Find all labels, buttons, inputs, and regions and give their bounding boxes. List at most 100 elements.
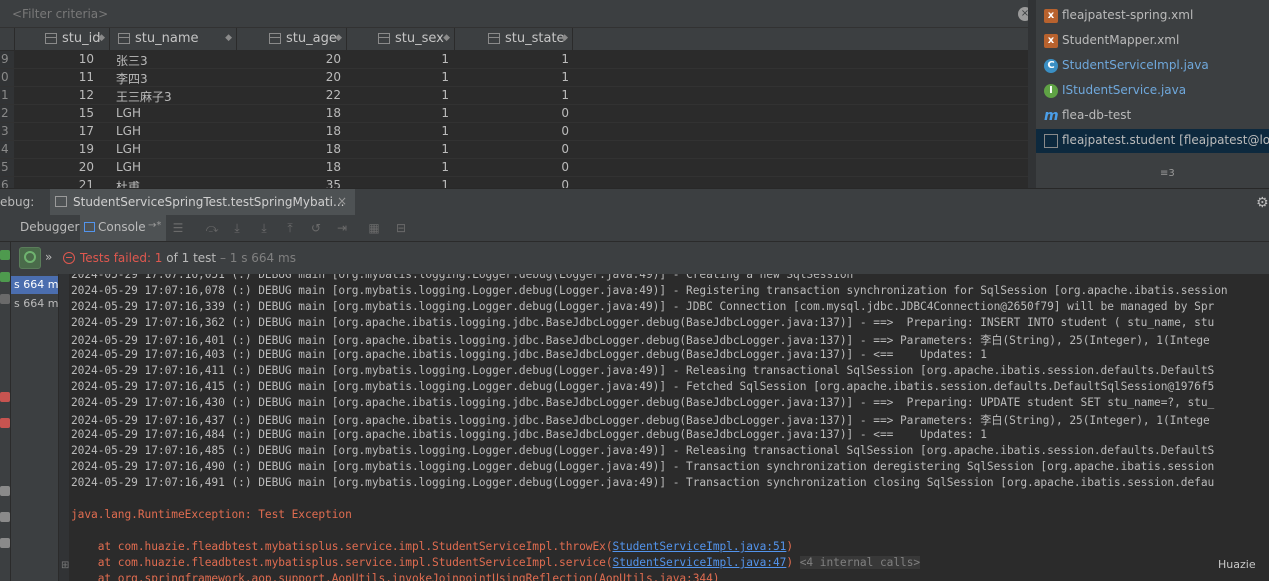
cell-stu-age[interactable]: 18 — [326, 106, 341, 120]
console-output[interactable]: 2024-05-29 17:07:16,051 (:) DEBUG main [… — [59, 274, 1269, 581]
row-gutter[interactable]: 1 — [0, 87, 14, 104]
cell-stu-age[interactable]: 35 — [326, 178, 341, 188]
cell-stu-sex[interactable]: 1 — [441, 160, 449, 174]
cell-stu-sex[interactable]: 1 — [441, 70, 449, 84]
column-header-stu-name[interactable]: stu_name ◆ — [110, 28, 237, 50]
sort-icon[interactable]: ◆ — [443, 33, 450, 43]
splitter[interactable] — [1028, 0, 1036, 188]
filter-bar[interactable]: <Filter criteria> × — [0, 0, 1032, 28]
table-row[interactable]: 3 17 LGH 18 1 0 — [0, 123, 1032, 141]
tab-console[interactable]: Console →* — [80, 215, 166, 241]
row-gutter[interactable]: 2 — [0, 105, 14, 122]
cell-stu-id[interactable]: 17 — [79, 124, 94, 138]
cell-stu-sex[interactable]: 1 — [441, 142, 449, 156]
sort-icon[interactable]: ◆ — [98, 33, 105, 43]
sort-icon[interactable]: ◆ — [225, 33, 232, 43]
expand-icon[interactable]: » — [45, 250, 52, 264]
column-header-stu-state[interactable]: stu_state ◆ — [455, 28, 573, 50]
cell-stu-id[interactable]: 12 — [79, 88, 94, 102]
cell-stu-sex[interactable]: 1 — [441, 106, 449, 120]
gear-icon[interactable]: ⚙ — [1256, 195, 1269, 211]
cell-stu-id[interactable]: 19 — [79, 142, 94, 156]
tree-item-iservice[interactable]: I IStudentService.java — [1036, 79, 1269, 103]
cell-stu-name[interactable]: LGH — [116, 160, 141, 174]
row-gutter[interactable]: 4 — [0, 141, 14, 158]
console-pin-icon[interactable]: →* — [148, 220, 161, 231]
cell-stu-state[interactable]: 1 — [561, 52, 569, 66]
drop-frame-icon[interactable]: ↺ — [309, 221, 323, 235]
pin-icon[interactable] — [0, 538, 10, 548]
cell-stu-id[interactable]: 15 — [79, 106, 94, 120]
column-header-stu-sex[interactable]: stu_sex ◆ — [347, 28, 455, 50]
layout-icon[interactable]: ⊟ — [394, 221, 408, 235]
cell-stu-age[interactable]: 18 — [326, 142, 341, 156]
close-icon[interactable]: × — [337, 194, 347, 208]
test-tree-item[interactable]: s 664 ms — [11, 295, 58, 313]
more-indicator[interactable]: ≡3 — [1160, 168, 1175, 179]
cell-stu-sex[interactable]: 1 — [441, 124, 449, 138]
cell-stu-sex[interactable]: 1 — [441, 88, 449, 102]
source-link[interactable]: StudentServiceImpl.java:51 — [613, 540, 787, 553]
cell-stu-age[interactable]: 20 — [326, 70, 341, 84]
cell-stu-state[interactable]: 0 — [561, 160, 569, 174]
cell-stu-id[interactable]: 21 — [79, 178, 94, 188]
cell-stu-age[interactable]: 18 — [326, 124, 341, 138]
cell-stu-name[interactable]: 杜甫 — [116, 178, 140, 188]
cell-stu-age[interactable]: 22 — [326, 88, 341, 102]
column-header-stu-id[interactable]: stu_id ◆ — [15, 28, 110, 50]
internal-calls-fold[interactable]: <4 internal calls> — [799, 556, 920, 569]
cell-stu-name[interactable]: 张三3 — [116, 52, 148, 69]
tree-item-service-impl[interactable]: C StudentServiceImpl.java — [1036, 54, 1269, 78]
rerun-icon[interactable] — [0, 272, 10, 282]
row-gutter[interactable]: 9 — [0, 51, 14, 68]
cell-stu-state[interactable]: 1 — [561, 88, 569, 102]
row-gutter[interactable]: 3 — [0, 123, 14, 140]
stop-icon[interactable] — [0, 392, 10, 402]
fold-icon[interactable]: ⊞ — [61, 560, 69, 571]
test-tree-item[interactable]: s 664 ms — [11, 276, 58, 294]
test-passed-toggle[interactable] — [19, 247, 41, 269]
table-row[interactable]: 9 10 张三3 20 1 1 — [0, 51, 1032, 69]
table-row[interactable]: 1 12 王三麻子3 22 1 1 — [0, 87, 1032, 105]
cell-stu-state[interactable]: 0 — [561, 142, 569, 156]
sort-icon[interactable]: ◆ — [335, 33, 342, 43]
table-row[interactable]: 5 20 LGH 18 1 0 — [0, 159, 1032, 177]
tree-item-student-table[interactable]: fleajpatest.student [fleajpatest@localho — [1036, 129, 1269, 153]
sort-icon[interactable]: ◆ — [561, 33, 568, 43]
cell-stu-sex[interactable]: 1 — [441, 52, 449, 66]
breakpoints-icon[interactable] — [0, 418, 10, 428]
table-row[interactable]: 4 19 LGH 18 1 0 — [0, 141, 1032, 159]
cell-stu-state[interactable]: 0 — [561, 124, 569, 138]
force-step-into-icon[interactable]: ⤓ — [257, 221, 271, 235]
debug-session-tab[interactable]: StudentServiceSpringTest.testSpringMybat… — [50, 189, 355, 215]
table-row[interactable]: 2 15 LGH 18 1 0 — [0, 105, 1032, 123]
cell-stu-name[interactable]: LGH — [116, 106, 141, 120]
settings-icon[interactable] — [0, 512, 10, 522]
cell-stu-name[interactable]: 李四3 — [116, 70, 148, 87]
filter-input[interactable]: <Filter criteria> — [12, 7, 108, 21]
source-link[interactable]: StudentServiceImpl.java:47 — [613, 556, 787, 569]
step-into-icon[interactable]: ⤓ — [230, 221, 244, 235]
row-gutter[interactable]: 5 — [0, 159, 14, 176]
cell-stu-state[interactable]: 0 — [561, 178, 569, 188]
table-row[interactable]: 6 21 杜甫 35 1 0 — [0, 177, 1032, 188]
tree-item-spring-xml[interactable]: x fleajpatest-spring.xml — [1036, 4, 1269, 28]
resume-icon[interactable] — [0, 250, 10, 260]
table-row[interactable]: 0 11 李四3 20 1 1 — [0, 69, 1032, 87]
tree-item-mapper-xml[interactable]: x StudentMapper.xml — [1036, 29, 1269, 53]
cell-stu-id[interactable]: 10 — [79, 52, 94, 66]
cell-stu-sex[interactable]: 1 — [441, 178, 449, 188]
menu-icon[interactable]: ☰ — [171, 221, 185, 235]
cell-stu-name[interactable]: 王三麻子3 — [116, 88, 172, 105]
step-out-icon[interactable]: ⤒ — [283, 221, 297, 235]
tree-item-module[interactable]: m flea-db-test — [1036, 104, 1269, 128]
settings-icon[interactable] — [0, 486, 10, 496]
cell-stu-id[interactable]: 11 — [79, 70, 94, 84]
step-over-icon[interactable]: ⤼ — [205, 221, 219, 235]
row-gutter[interactable]: 6 — [0, 177, 14, 188]
cell-stu-age[interactable]: 18 — [326, 160, 341, 174]
cell-stu-state[interactable]: 0 — [561, 106, 569, 120]
cell-stu-name[interactable]: LGH — [116, 142, 141, 156]
row-gutter[interactable]: 0 — [0, 69, 14, 86]
cell-stu-name[interactable]: LGH — [116, 124, 141, 138]
